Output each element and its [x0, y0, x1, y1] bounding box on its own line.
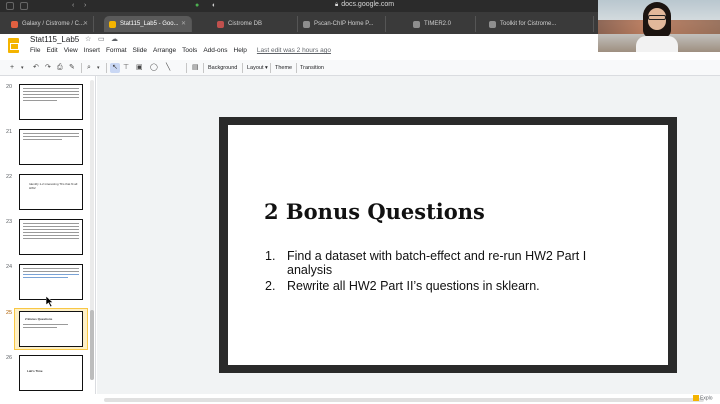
shape-icon[interactable]: ◯ — [150, 63, 158, 73]
slide-number: 23 — [6, 219, 13, 225]
thumbnail-text: 2 Bonus Questions — [25, 317, 53, 321]
address-text: docs.google.com — [341, 1, 395, 8]
menu-format[interactable]: Format — [106, 47, 127, 57]
tab-label: Galaxy / Cistrome / C... — [22, 21, 85, 27]
menu-bar: File Edit View Insert Format Slide Arran… — [30, 47, 331, 57]
transition-button[interactable]: Transition — [300, 63, 324, 73]
explore-icon — [693, 395, 699, 401]
move-folder-icon[interactable]: ▭ — [98, 35, 105, 43]
slide-number: 21 — [6, 129, 13, 135]
theme-button[interactable]: Theme — [275, 63, 292, 73]
extension-icon[interactable]: ● — [195, 1, 199, 11]
canvas-scrollbar[interactable] — [104, 398, 704, 402]
zoom-icon[interactable]: ⌕ — [87, 63, 91, 73]
menu-view[interactable]: View — [64, 47, 78, 57]
sidebar-toggle-icon[interactable] — [6, 2, 14, 10]
slide-body[interactable]: 1. Find a dataset with batch-effect and … — [265, 249, 625, 295]
select-cursor-icon[interactable]: ↖ — [110, 63, 120, 73]
slide-title[interactable]: 2 Bonus Questions — [264, 199, 485, 224]
cistrome-favicon-icon — [217, 21, 224, 28]
page-favicon-icon — [303, 21, 310, 28]
slide-thumbnail-25[interactable]: 2 Bonus Questions — [19, 311, 83, 347]
slide-thumbnail-20[interactable] — [19, 84, 83, 120]
galaxy-favicon-icon — [11, 21, 18, 28]
explore-button[interactable]: Explo — [693, 395, 713, 404]
line-icon[interactable]: ╲ — [166, 63, 170, 73]
tab-toolkit-cistrome[interactable]: Toolkit for Cistrome... — [484, 16, 594, 32]
slide-thumbnail-24[interactable] — [19, 264, 83, 300]
menu-insert[interactable]: Insert — [84, 47, 100, 57]
page-favicon-icon — [413, 21, 420, 28]
tab-label: TIMER2.0 — [424, 21, 452, 27]
slides-favicon-icon — [109, 21, 116, 28]
tab-galaxy[interactable]: Galaxy / Cistrome / C... ✕ — [6, 16, 94, 32]
filmstrip-scroll-thumb[interactable] — [90, 310, 94, 380]
slide-number: 24 — [6, 264, 13, 270]
tab-timer2[interactable]: TIMER2.0 — [408, 16, 476, 32]
list-item-text: Rewrite all HW2 Part II’s questions in s… — [287, 279, 540, 293]
slide-thumbnail-21[interactable] — [19, 129, 83, 165]
comment-icon[interactable]: ▤ — [192, 63, 199, 73]
slide-thumbnail-26[interactable]: Lab's Time — [19, 355, 83, 391]
last-edit-link[interactable]: Last edit was 2 hours ago — [257, 47, 331, 57]
back-icon[interactable]: ‹ — [72, 1, 74, 11]
menu-slide[interactable]: Slide — [133, 47, 147, 57]
undo-icon[interactable]: ↶ — [33, 63, 39, 73]
slide-thumbnail-23[interactable] — [19, 219, 83, 255]
menu-help[interactable]: Help — [234, 47, 247, 57]
thumbnail-text: Lab's Time — [27, 369, 43, 373]
star-icon[interactable]: ☆ — [85, 35, 91, 43]
tab-label: Stat115_Lab5 - Goo... — [120, 21, 179, 27]
list-item: 1. Find a dataset with batch-effect and … — [265, 249, 625, 277]
tab-label: Toolkit for Cistrome... — [500, 21, 557, 27]
print-icon[interactable]: ⎙ — [57, 63, 63, 73]
slide-number: 20 — [6, 84, 13, 90]
layout-button[interactable]: Layout ▾ — [247, 63, 268, 73]
thumbnail-text: Identify 1-2 interesting TFs that fit al… — [29, 182, 78, 190]
mouse-cursor-icon — [46, 296, 54, 307]
webcam-video — [598, 0, 720, 52]
address-bar[interactable]: 🔒︎ docs.google.com — [335, 1, 394, 9]
slide-number: 26 — [6, 355, 13, 361]
shield-icon[interactable]: ◐ — [212, 1, 216, 11]
new-slide-dropdown-icon[interactable]: ▾ — [21, 63, 24, 73]
background-button[interactable]: Background — [208, 63, 237, 73]
forward-icon[interactable]: › — [84, 1, 86, 11]
menu-arrange[interactable]: Arrange — [153, 47, 176, 57]
list-item-text: Find a dataset with batch-effect and re-… — [287, 249, 587, 277]
image-icon[interactable]: ▣ — [136, 63, 143, 73]
current-slide[interactable] — [228, 125, 668, 365]
menu-add-ons[interactable]: Add-ons — [203, 47, 227, 57]
slide-number: 25 — [6, 310, 13, 316]
new-slide-icon[interactable]: + — [10, 63, 14, 73]
lock-icon: 🔒︎ — [335, 2, 339, 8]
close-icon[interactable]: ✕ — [181, 16, 186, 32]
page-favicon-icon — [489, 21, 496, 28]
list-number: 1. — [265, 249, 276, 263]
paint-format-icon[interactable]: ✎ — [69, 63, 75, 73]
menu-tools[interactable]: Tools — [182, 47, 197, 57]
tab-stat115-lab5[interactable]: Stat115_Lab5 - Goo... ✕ — [104, 16, 192, 32]
tab-label: Cistrome DB — [228, 21, 263, 27]
menu-edit[interactable]: Edit — [46, 47, 57, 57]
zoom-dropdown-icon[interactable]: ▾ — [97, 63, 100, 73]
redo-icon[interactable]: ↷ — [45, 63, 51, 73]
text-box-icon[interactable]: ⊤ — [123, 63, 129, 73]
layout-label: Layout — [247, 65, 264, 71]
close-icon[interactable]: ✕ — [83, 16, 88, 32]
slide-number: 22 — [6, 174, 13, 180]
list-item: 2. Rewrite all HW2 Part II’s questions i… — [265, 279, 625, 293]
tab-pscan-chip[interactable]: Pscan-ChIP Home P... — [298, 16, 386, 32]
tab-label: Pscan-ChIP Home P... — [314, 21, 374, 27]
slides-logo-icon[interactable] — [8, 38, 19, 53]
cloud-status-icon[interactable]: ☁ — [111, 35, 118, 43]
tab-cistrome-db[interactable]: Cistrome DB — [212, 16, 298, 32]
explore-label: Explo — [700, 395, 713, 402]
slide-thumbnail-22[interactable]: Identify 1-2 interesting TFs that fit al… — [19, 174, 83, 210]
menu-file[interactable]: File — [30, 47, 40, 57]
toolbar: + ▾ ↶ ↷ ⎙ ✎ ⌕ ▾ ↖ ⊤ ▣ ◯ ╲ ▤ Background L… — [0, 60, 720, 76]
list-number: 2. — [265, 279, 276, 293]
grid-icon[interactable] — [20, 2, 28, 10]
document-title[interactable]: Stat115_Lab5 — [30, 35, 79, 44]
